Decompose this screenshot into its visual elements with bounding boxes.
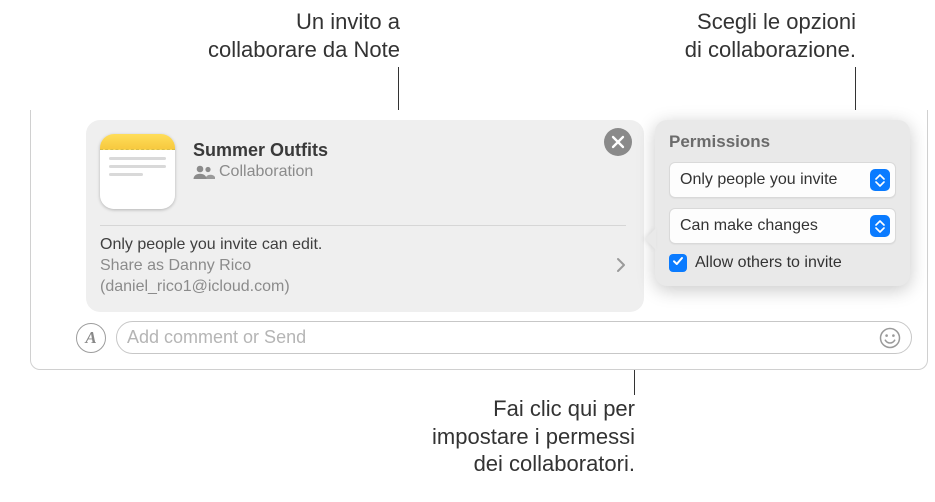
share-as-name: Share as Danny Rico [100,257,251,274]
close-button[interactable] [604,128,632,156]
disclosure-chevron[interactable] [616,257,626,278]
callout-options: Scegli le opzioni di collaborazione. [556,8,856,63]
select-stepper-icon [870,169,890,191]
note-title: Summer Outfits [193,140,328,161]
people-icon [193,165,213,179]
who-can-access-select[interactable]: Only people you invite [669,162,896,198]
message-input[interactable]: Add comment or Send [116,321,912,354]
callout-invite-text: Un invito a collaborare da Note [208,9,400,62]
permission-summary: Only people you invite can edit. [100,236,626,254]
checkmark-icon [672,254,684,272]
who-can-access-value: Only people you invite [680,171,837,189]
collaboration-invite-card: Summer Outfits Collaboration Only people… [86,120,644,312]
access-level-select[interactable]: Can make changes [669,208,896,244]
select-stepper-icon [870,215,890,237]
allow-others-row: Allow others to invite [669,254,896,272]
access-level-value: Can make changes [680,217,818,235]
callout-permissions: Fai clic qui per impostare i permessi de… [335,395,635,478]
emoji-icon [879,336,901,353]
chevron-right-icon [616,257,626,277]
allow-others-label: Allow others to invite [695,254,842,272]
collaboration-label: Collaboration [219,163,313,181]
apps-button[interactable]: A [76,323,106,353]
emoji-button[interactable] [879,327,901,349]
permissions-title: Permissions [669,132,896,152]
apps-icon: A [85,328,96,348]
callout-invite: Un invito a collaborare da Note [100,8,400,63]
close-icon [611,135,625,149]
share-as-email: (daniel_rico1@icloud.com) [100,278,290,295]
callout-permissions-text: Fai clic qui per impostare i permessi de… [432,396,635,476]
divider [100,225,626,226]
callout-options-text: Scegli le opzioni di collaborazione. [685,9,856,62]
message-placeholder: Add comment or Send [127,327,879,348]
share-as-info: Share as Danny Rico (daniel_rico1@icloud… [100,256,626,298]
permissions-popover: Permissions Only people you invite Can m… [655,120,910,286]
notes-app-icon [100,134,175,209]
allow-others-checkbox[interactable] [669,254,687,272]
